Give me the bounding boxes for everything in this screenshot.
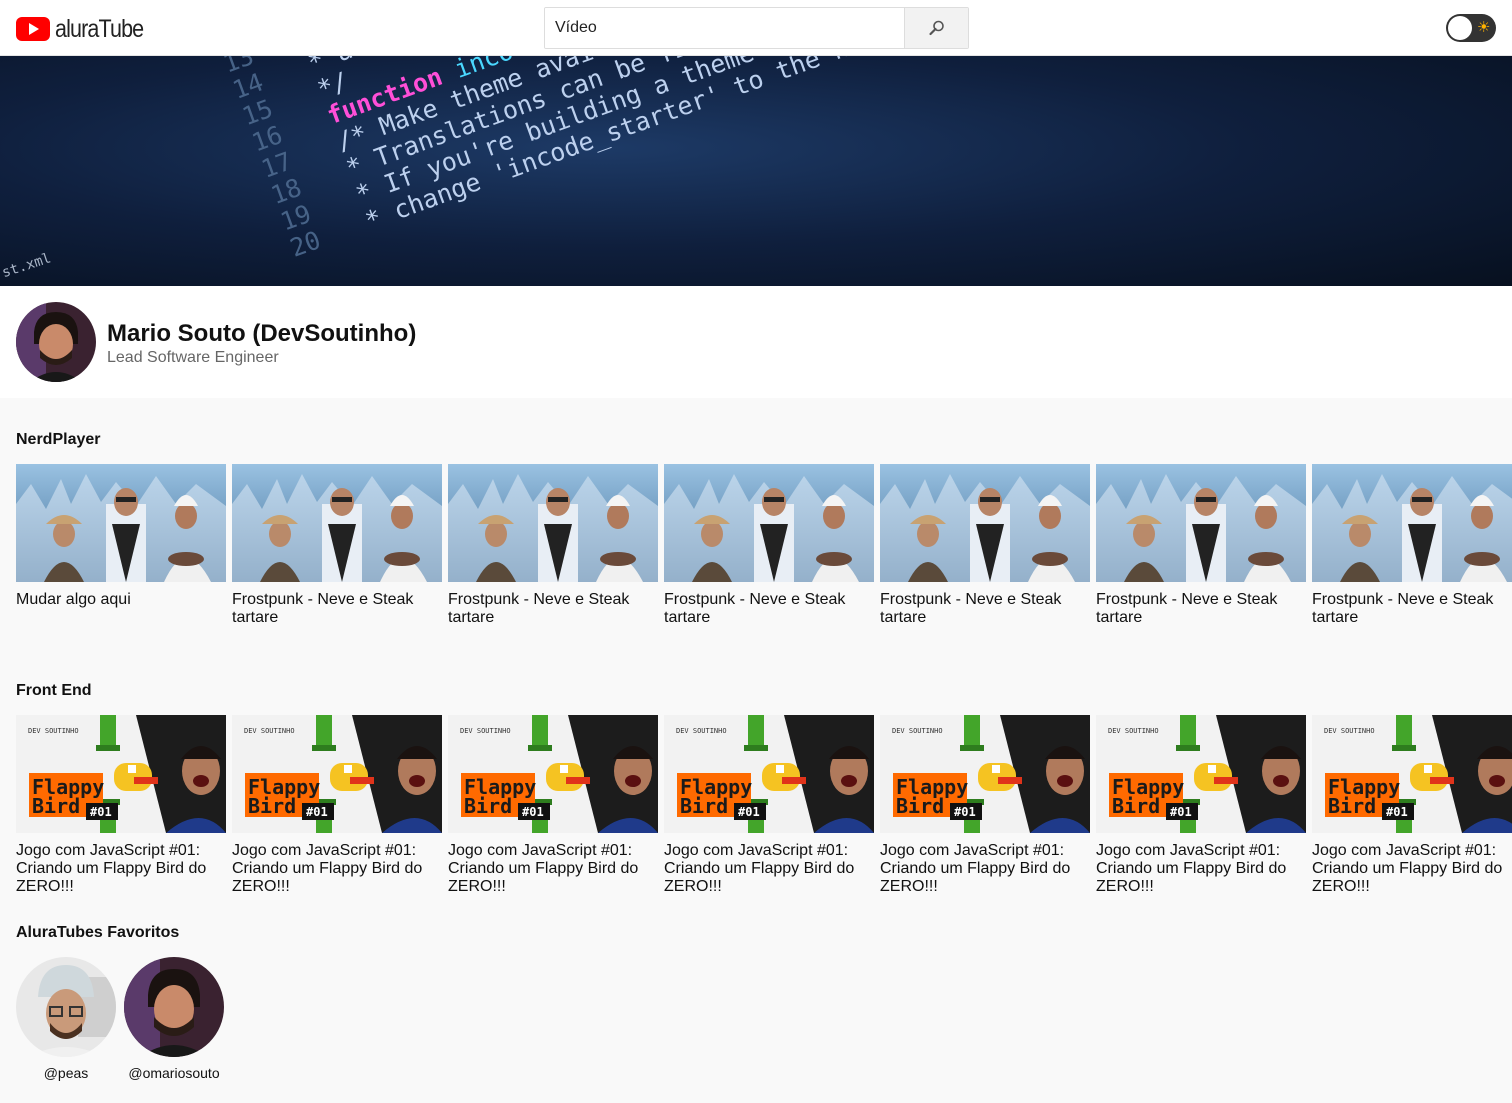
video-thumbnail[interactable]: DEV SOUTINHO Flappy Bird #01: [16, 715, 226, 833]
video-thumbnail[interactable]: DEV SOUTINHO Flappy Bird #01: [232, 715, 442, 833]
favorite-avatar[interactable]: [124, 957, 224, 1057]
channel-name: Mario Souto (DevSoutinho): [107, 320, 417, 347]
sun-icon: ☀: [1477, 19, 1491, 36]
theme-toggle[interactable]: ☀: [1446, 14, 1496, 42]
video-title[interactable]: Jogo com JavaScript #01: Criando um Flap…: [232, 842, 442, 896]
video-title[interactable]: Frostpunk - Neve e Steak tartare: [1312, 591, 1512, 627]
svg-text:DEV SOUTINHO: DEV SOUTINHO: [676, 727, 727, 735]
svg-text:#01: #01: [738, 805, 760, 819]
svg-text:DEV SOUTINHO: DEV SOUTINHO: [460, 727, 511, 735]
svg-text:#01: #01: [522, 805, 544, 819]
channel-avatar[interactable]: [16, 302, 96, 382]
search-icon: [928, 20, 944, 36]
video-card[interactable]: Frostpunk - Neve e Steak tartare: [880, 464, 1090, 627]
video-title[interactable]: Frostpunk - Neve e Steak tartare: [880, 591, 1090, 627]
video-card[interactable]: Frostpunk - Neve e Steak tartare: [448, 464, 658, 627]
video-title[interactable]: Jogo com JavaScript #01: Criando um Flap…: [448, 842, 658, 896]
svg-text:Bird: Bird: [1328, 794, 1376, 818]
search-input[interactable]: [545, 8, 904, 48]
favorite-channel[interactable]: @peas: [16, 957, 116, 1081]
video-thumbnail[interactable]: DEV SOUTINHO Flappy Bird #01: [1312, 715, 1512, 833]
svg-text:Bird: Bird: [32, 794, 80, 818]
video-title[interactable]: Frostpunk - Neve e Steak tartare: [1096, 591, 1306, 627]
video-thumbnail[interactable]: [1312, 464, 1512, 582]
toggle-knob: [1448, 16, 1472, 40]
video-card[interactable]: DEV SOUTINHO Flappy Bird #01 Jogo com JavaSc…: [16, 715, 226, 896]
video-title[interactable]: Frostpunk - Neve e Steak tartare: [448, 591, 658, 627]
video-title[interactable]: Jogo com JavaScript #01: Criando um Flap…: [880, 842, 1090, 896]
svg-text:DEV SOUTINHO: DEV SOUTINHO: [892, 727, 943, 735]
favorite-channel[interactable]: @omariosouto: [124, 957, 224, 1081]
playlist-title: NerdPlayer: [16, 431, 101, 448]
video-thumbnail[interactable]: [880, 464, 1090, 582]
banner-file-label: st.xml: [0, 250, 54, 282]
channel-profile: Mario Souto (DevSoutinho) Lead Software …: [0, 286, 1512, 398]
video-thumbnail[interactable]: [1096, 464, 1306, 582]
play-logo-icon: [16, 17, 50, 41]
favorite-handle[interactable]: @omariosouto: [124, 1065, 224, 1081]
logo-text: aluraTube: [55, 14, 144, 43]
favorites-list: @peas @omariosouto: [16, 957, 224, 1081]
playlist-title: Front End: [16, 682, 92, 699]
favorite-avatar[interactable]: [16, 957, 116, 1057]
svg-text:Bird: Bird: [896, 794, 944, 818]
favorites-title: AluraTubes Favoritos: [16, 924, 180, 941]
video-title[interactable]: Mudar algo aqui: [16, 591, 226, 609]
svg-text:#01: #01: [954, 805, 976, 819]
top-bar: aluraTube ☀: [0, 0, 1512, 56]
svg-text:Bird: Bird: [1112, 794, 1160, 818]
video-card[interactable]: DEV SOUTINHO Flappy Bird #01 Jogo com JavaSc…: [1096, 715, 1306, 896]
playlist-videos: Mudar algo aqui Frostpunk - Neve e Steak …: [16, 464, 1512, 627]
svg-text:Bird: Bird: [680, 794, 728, 818]
search-bar: [544, 7, 969, 49]
video-title[interactable]: Jogo com JavaScript #01: Criando um Flap…: [1312, 842, 1512, 896]
svg-text:DEV SOUTINHO: DEV SOUTINHO: [1108, 727, 1159, 735]
video-thumbnail[interactable]: [664, 464, 874, 582]
video-thumbnail[interactable]: [16, 464, 226, 582]
svg-text:Bird: Bird: [464, 794, 512, 818]
svg-text:DEV SOUTINHO: DEV SOUTINHO: [1324, 727, 1375, 735]
video-card[interactable]: DEV SOUTINHO Flappy Bird #01 Jogo com JavaSc…: [664, 715, 874, 896]
search-button[interactable]: [904, 8, 968, 48]
video-thumbnail[interactable]: DEV SOUTINHO Flappy Bird #01: [448, 715, 658, 833]
svg-text:DEV SOUTINHO: DEV SOUTINHO: [28, 727, 79, 735]
video-card[interactable]: Mudar algo aqui: [16, 464, 226, 627]
video-title[interactable]: Jogo com JavaScript #01: Criando um Flap…: [1096, 842, 1306, 896]
channel-banner: 12* Note that13* runs before the init ho…: [0, 56, 1512, 286]
video-card[interactable]: DEV SOUTINHO Flappy Bird #01 Jogo com JavaSc…: [1312, 715, 1512, 896]
svg-text:#01: #01: [1386, 805, 1408, 819]
video-card[interactable]: DEV SOUTINHO Flappy Bird #01 Jogo com JavaSc…: [448, 715, 658, 896]
video-thumbnail[interactable]: DEV SOUTINHO Flappy Bird #01: [880, 715, 1090, 833]
video-title[interactable]: Jogo com JavaScript #01: Criando um Flap…: [16, 842, 226, 896]
svg-text:Bird: Bird: [248, 794, 296, 818]
video-thumbnail[interactable]: DEV SOUTINHO Flappy Bird #01: [664, 715, 874, 833]
video-title[interactable]: Frostpunk - Neve e Steak tartare: [232, 591, 442, 627]
video-card[interactable]: DEV SOUTINHO Flappy Bird #01 Jogo com JavaSc…: [232, 715, 442, 896]
svg-text:#01: #01: [306, 805, 328, 819]
video-title[interactable]: Frostpunk - Neve e Steak tartare: [664, 591, 874, 627]
video-thumbnail[interactable]: DEV SOUTINHO Flappy Bird #01: [1096, 715, 1306, 833]
svg-text:#01: #01: [90, 805, 112, 819]
video-thumbnail[interactable]: [232, 464, 442, 582]
video-card[interactable]: Frostpunk - Neve e Steak tartare: [1312, 464, 1512, 627]
video-card[interactable]: Frostpunk - Neve e Steak tartare: [664, 464, 874, 627]
video-card[interactable]: DEV SOUTINHO Flappy Bird #01 Jogo com JavaSc…: [880, 715, 1090, 896]
favorite-handle[interactable]: @peas: [16, 1065, 116, 1081]
alura-tube-logo[interactable]: aluraTube: [16, 15, 158, 43]
video-card[interactable]: Frostpunk - Neve e Steak tartare: [232, 464, 442, 627]
channel-role: Lead Software Engineer: [107, 349, 279, 366]
video-thumbnail[interactable]: [448, 464, 658, 582]
playlist-videos: DEV SOUTINHO Flappy Bird #01 Jogo com JavaSc…: [16, 715, 1512, 896]
video-card[interactable]: Frostpunk - Neve e Steak tartare: [1096, 464, 1306, 627]
svg-text:#01: #01: [1170, 805, 1192, 819]
svg-text:DEV SOUTINHO: DEV SOUTINHO: [244, 727, 295, 735]
video-title[interactable]: Jogo com JavaScript #01: Criando um Flap…: [664, 842, 874, 896]
banner-code-image: 12* Note that13* runs before the init ho…: [210, 56, 1330, 263]
